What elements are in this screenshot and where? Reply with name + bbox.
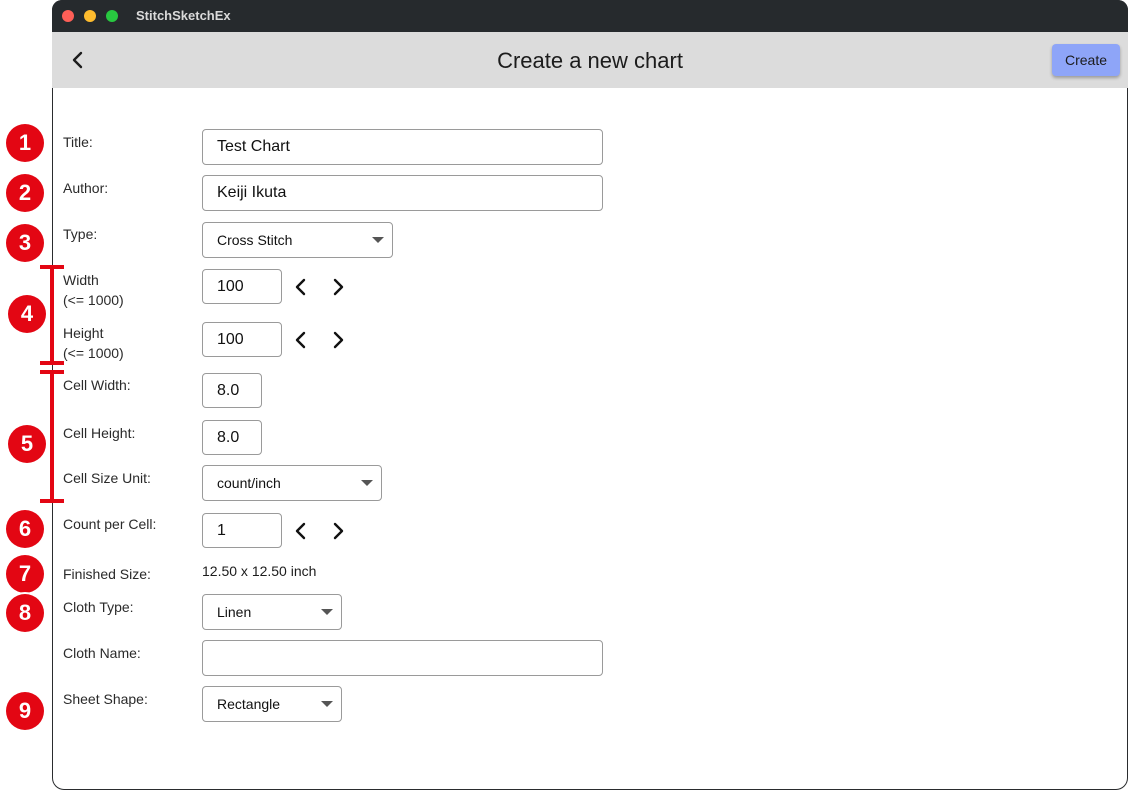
caret-down-icon — [372, 237, 384, 243]
cell-width-value: 8.0 — [217, 381, 240, 399]
type-value: Cross Stitch — [217, 232, 293, 248]
author-value: Keiji Ikuta — [217, 184, 287, 201]
sheet-shape-value: Rectangle — [217, 696, 281, 712]
chevron-right-icon — [333, 278, 344, 296]
app-bar: Create a new chart Create — [52, 32, 1128, 88]
annotation-badge: 8 — [6, 594, 44, 632]
chevron-right-icon — [333, 331, 344, 349]
count-per-cell-decrement-button[interactable] — [288, 518, 314, 544]
width-label-line1: Width — [63, 272, 99, 288]
cell-size-unit-label: Cell Size Unit: — [63, 470, 151, 486]
cell-height-label: Cell Height: — [63, 425, 136, 441]
finished-size-value: 12.50 x 12.50 inch — [202, 563, 317, 579]
author-label: Author: — [63, 180, 109, 196]
annotation-badge: 6 — [6, 510, 44, 548]
page-title: Create a new chart — [497, 48, 683, 73]
width-label-line2: (<= 1000) — [63, 292, 124, 308]
cloth-type-value: Linen — [217, 604, 252, 620]
caret-down-icon — [321, 609, 333, 615]
annotation-badge: 2 — [6, 174, 44, 212]
width-increment-button[interactable] — [325, 274, 351, 300]
count-per-cell-value: 1 — [217, 521, 226, 539]
sheet-shape-select[interactable]: Rectangle — [202, 686, 342, 722]
height-label: Height (<= 1000) — [63, 323, 124, 363]
cell-width-field[interactable]: 8.0 — [202, 373, 262, 408]
close-window-button[interactable] — [62, 10, 74, 22]
annotation-bracket-cap — [40, 361, 64, 365]
cell-height-field[interactable]: 8.0 — [202, 420, 262, 455]
title-field[interactable]: Test Chart — [202, 129, 603, 165]
author-field[interactable]: Keiji Ikuta — [202, 175, 603, 211]
count-per-cell-field[interactable]: 1 — [202, 513, 282, 548]
cloth-name-field[interactable] — [202, 640, 603, 676]
sheet-shape-label: Sheet Shape: — [63, 691, 148, 707]
width-value: 100 — [217, 277, 244, 295]
zoom-window-button[interactable] — [106, 10, 118, 22]
finished-size-label: Finished Size: — [63, 566, 151, 582]
type-label: Type: — [63, 226, 98, 242]
height-field[interactable]: 100 — [202, 322, 282, 357]
annotation-badge: 3 — [6, 224, 44, 262]
app-window: StitchSketchEx Create a new chart Create… — [52, 0, 1128, 790]
count-per-cell-increment-button[interactable] — [325, 518, 351, 544]
chevron-left-icon — [295, 522, 306, 540]
app-name: StitchSketchEx — [136, 8, 231, 23]
annotation-bracket — [50, 372, 54, 502]
annotation-bracket-cap — [40, 370, 64, 374]
height-increment-button[interactable] — [325, 327, 351, 353]
width-decrement-button[interactable] — [288, 274, 314, 300]
height-label-line2: (<= 1000) — [63, 345, 124, 361]
chevron-left-icon — [295, 331, 306, 349]
annotation-bracket-cap — [40, 265, 64, 269]
cloth-type-select[interactable]: Linen — [202, 594, 342, 630]
annotation-bracket-cap — [40, 499, 64, 503]
minimize-window-button[interactable] — [84, 10, 96, 22]
cell-width-label: Cell Width: — [63, 377, 131, 393]
chevron-right-icon — [333, 522, 344, 540]
caret-down-icon — [321, 701, 333, 707]
title-label: Title: — [63, 134, 93, 150]
width-label: Width (<= 1000) — [63, 270, 124, 310]
annotation-badge: 4 — [8, 295, 46, 333]
width-field[interactable]: 100 — [202, 269, 282, 304]
height-label-line1: Height — [63, 325, 104, 341]
type-select[interactable]: Cross Stitch — [202, 222, 393, 258]
annotation-bracket — [50, 267, 54, 363]
height-value: 100 — [217, 330, 244, 348]
cell-size-unit-value: count/inch — [217, 475, 281, 491]
annotation-badge: 1 — [6, 124, 44, 162]
height-decrement-button[interactable] — [288, 327, 314, 353]
create-button[interactable]: Create — [1052, 44, 1120, 76]
chevron-left-icon — [295, 278, 306, 296]
count-per-cell-label: Count per Cell: — [63, 516, 157, 532]
annotation-badge: 5 — [8, 425, 46, 463]
window-titlebar: StitchSketchEx — [52, 0, 1128, 32]
cell-size-unit-select[interactable]: count/inch — [202, 465, 382, 501]
annotation-badge: 9 — [6, 692, 44, 730]
cloth-name-label: Cloth Name: — [63, 645, 141, 661]
cloth-type-label: Cloth Type: — [63, 599, 134, 615]
cell-height-value: 8.0 — [217, 428, 240, 446]
annotation-badge: 7 — [6, 555, 44, 593]
caret-down-icon — [361, 480, 373, 486]
title-value: Test Chart — [217, 138, 290, 155]
